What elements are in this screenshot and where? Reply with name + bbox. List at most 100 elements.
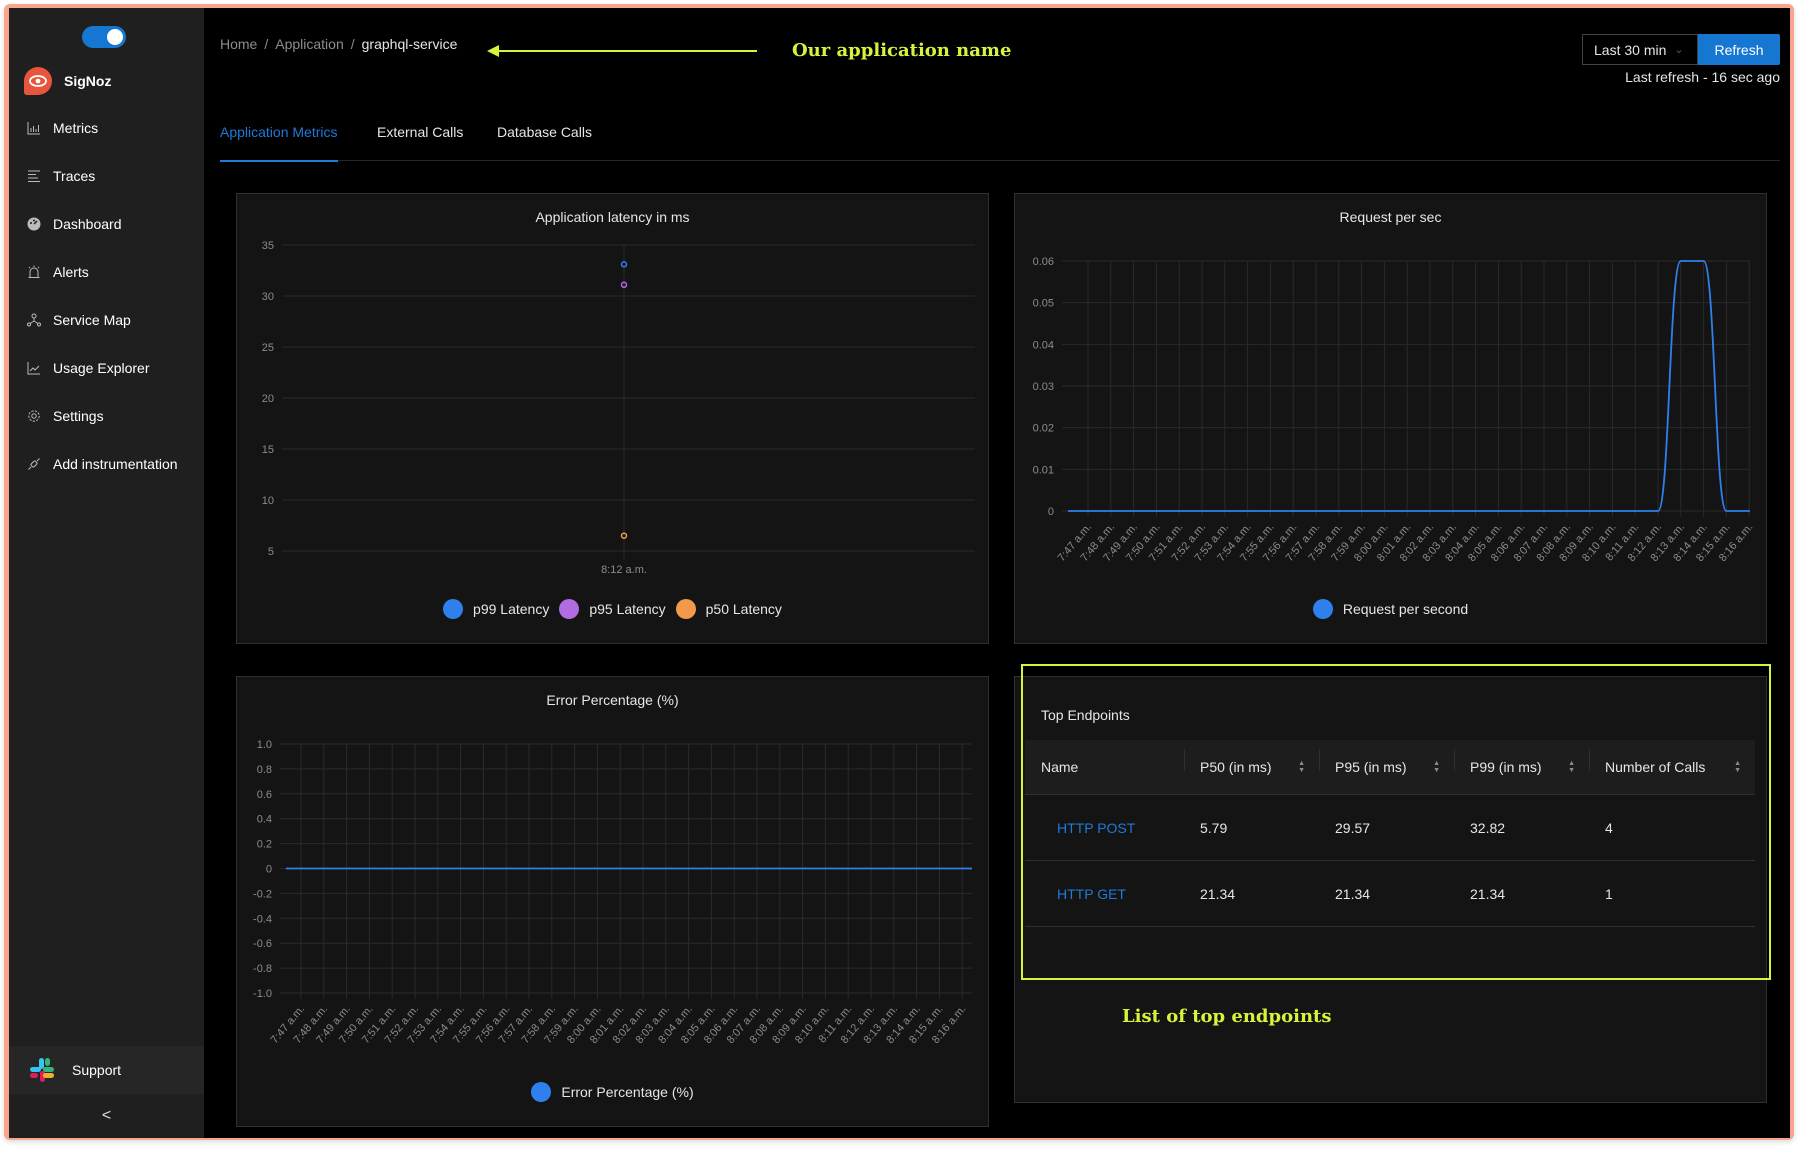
chevron-down-icon: ⌄ <box>1674 44 1684 56</box>
sidebar-item-settings[interactable]: Settings <box>9 392 204 440</box>
legend-item-p99[interactable]: p99 Latency <box>443 599 549 619</box>
sidebar-item-usage-explorer[interactable]: Usage Explorer <box>9 344 204 392</box>
y-tick-label: -1.0 <box>253 988 272 1000</box>
y-tick-label: 5 <box>268 546 274 558</box>
sidebar-item-dashboard[interactable]: Dashboard <box>9 200 204 248</box>
brand[interactable]: SigNoz <box>24 66 111 96</box>
endpoint-link[interactable]: HTTP POST <box>1041 820 1135 836</box>
api-icon <box>27 457 41 471</box>
deployment-unit-icon <box>27 313 41 327</box>
legend-item-request-per-second[interactable]: Request per second <box>1312 599 1469 619</box>
tab-bar: Application Metrics External Calls Datab… <box>220 124 1780 162</box>
sidebar-item-metrics[interactable]: Metrics <box>9 104 204 152</box>
collapse-sidebar-button[interactable]: < <box>9 1094 204 1138</box>
column-header-p95[interactable]: P95 (in ms) ▲ ▼ <box>1319 749 1454 775</box>
table-row: HTTP GET 21.34 21.34 21.34 1 <box>1025 860 1755 927</box>
last-refresh-status: Last refresh - 16 sec ago <box>1625 69 1780 85</box>
y-tick-label: 0.01 <box>1033 464 1054 476</box>
sidebar: SigNoz Metrics Traces Dashboard Alerts S… <box>9 8 204 1138</box>
top-endpoints-table: Name P50 (in ms) ▲ ▼ P95 (in ms) ▲ ▼ P99 (in… <box>1025 740 1755 927</box>
sort-icon[interactable]: ▲ ▼ <box>1298 760 1305 774</box>
y-tick-label: -0.6 <box>253 938 272 950</box>
legend-label: Request per second <box>1342 601 1469 617</box>
sort-icon[interactable]: ▲ ▼ <box>1433 760 1440 774</box>
legend-label: p99 Latency <box>473 601 550 617</box>
sidebar-item-label: Settings <box>53 408 104 424</box>
y-tick-label: 0.8 <box>257 764 272 776</box>
column-header-name: Name <box>1025 759 1184 775</box>
table-header: Name P50 (in ms) ▲ ▼ P95 (in ms) ▲ ▼ P99 (in… <box>1025 740 1755 794</box>
legend-label: p95 Latency <box>589 601 666 617</box>
app-window: SigNoz Metrics Traces Dashboard Alerts S… <box>9 8 1790 1138</box>
alarm-icon <box>27 265 41 279</box>
breadcrumb: Home / Application / graphql-service <box>220 36 457 52</box>
p95-cell: 21.34 <box>1335 885 1371 902</box>
endpoint-name-cell: HTTP GET <box>1025 886 1184 902</box>
sidebar-item-traces[interactable]: Traces <box>9 152 204 200</box>
align-left-icon <box>27 169 41 183</box>
refresh-button[interactable]: Refresh <box>1698 34 1780 65</box>
latency-chart-legend: p99 Latency p95 Latency p50 Latency <box>237 599 988 619</box>
legend-label: p50 Latency <box>705 601 782 617</box>
p50-cell: 5.79 <box>1200 819 1228 836</box>
column-label: P95 (in ms) <box>1335 759 1407 775</box>
annotation-top-endpoints: List of top endpoints <box>1122 1006 1332 1027</box>
y-tick-label: 0.05 <box>1033 298 1054 310</box>
request-rate-chart: 0.060.050.040.030.020.0107:47 a.m.7:48 a… <box>1033 256 1756 564</box>
tab-external-calls[interactable]: External Calls <box>377 124 463 160</box>
sort-icon[interactable]: ▲ ▼ <box>1568 760 1575 774</box>
sidebar-item-label: Dashboard <box>53 216 122 232</box>
top-endpoints-title: Top Endpoints <box>1041 707 1130 723</box>
bar-chart-icon <box>27 121 41 135</box>
breadcrumb-application[interactable]: Application <box>275 36 344 52</box>
support-button[interactable]: Support <box>9 1046 204 1094</box>
y-tick-label: 15 <box>262 444 274 456</box>
sort-icon[interactable]: ▲ ▼ <box>1734 760 1741 774</box>
support-label: Support <box>72 1062 122 1078</box>
sidebar-item-alerts[interactable]: Alerts <box>9 248 204 296</box>
sidebar-item-add-instrumentation[interactable]: Add instrumentation <box>9 440 204 488</box>
legend-item-p95[interactable]: p95 Latency <box>559 599 666 619</box>
endpoint-name-cell: HTTP POST <box>1025 820 1184 836</box>
column-label: P99 (in ms) <box>1470 759 1542 775</box>
time-range-select[interactable]: Last 30 min ⌄ <box>1582 34 1698 65</box>
request-rate-chart-card: Request per sec 0.06 0.05 0.04 0.03 0.02 0.01… <box>1014 193 1767 644</box>
gear-icon <box>27 409 41 423</box>
signoz-logo-icon <box>24 67 52 95</box>
sidebar-item-label: Traces <box>53 168 96 184</box>
column-header-p50[interactable]: P50 (in ms) ▲ ▼ <box>1184 749 1319 775</box>
table-row: HTTP POST 5.79 29.57 32.82 4 <box>1025 794 1755 860</box>
y-tick-label: 30 <box>262 291 274 303</box>
sidebar-menu: Metrics Traces Dashboard Alerts Service … <box>9 104 204 488</box>
tab-database-calls[interactable]: Database Calls <box>497 124 592 160</box>
legend-dot-icon <box>675 599 696 619</box>
p50-cell: 21.34 <box>1200 885 1236 902</box>
slack-icon <box>28 1056 56 1084</box>
time-range-value: Last 30 min <box>1594 41 1667 58</box>
legend-item-p50[interactable]: p50 Latency <box>675 599 782 619</box>
column-header-calls[interactable]: Number of Calls ▲ ▼ <box>1589 749 1755 775</box>
endpoint-link[interactable]: HTTP GET <box>1041 886 1126 902</box>
sidebar-item-label: Service Map <box>53 312 131 328</box>
breadcrumb-home[interactable]: Home <box>220 36 257 52</box>
theme-toggle[interactable] <box>82 26 126 48</box>
y-tick-label: 0.06 <box>1033 256 1054 268</box>
tab-application-metrics[interactable]: Application Metrics <box>220 124 338 162</box>
request-rate-chart-legend: Request per second <box>1015 599 1766 619</box>
legend-item-error-percentage[interactable]: Error Percentage (%) <box>531 1082 694 1102</box>
column-label: Name <box>1041 759 1079 775</box>
error-percentage-chart: 1.00.80.60.40.20-0.2-0.4-0.6-0.8-1.07:47… <box>253 739 972 1046</box>
toggle-knob <box>107 29 123 45</box>
sidebar-item-label: Alerts <box>53 264 89 280</box>
x-tick-label: 8:12 a.m. <box>601 564 647 576</box>
y-tick-label: 0 <box>1048 506 1054 518</box>
breadcrumb-separator: / <box>264 36 269 52</box>
y-tick-label: 0.6 <box>257 789 272 801</box>
y-tick-label: 0 <box>266 864 272 876</box>
error-percentage-chart-card: Error Percentage (%) 1.0 0.8 0.6 0.4 0.2 0 -0.… <box>236 676 989 1127</box>
legend-dot-icon <box>443 599 464 619</box>
column-header-p99[interactable]: P99 (in ms) ▲ ▼ <box>1454 749 1589 775</box>
sidebar-item-service-map[interactable]: Service Map <box>9 296 204 344</box>
legend-label: Error Percentage (%) <box>561 1084 694 1100</box>
y-tick-label: -0.4 <box>253 913 272 925</box>
